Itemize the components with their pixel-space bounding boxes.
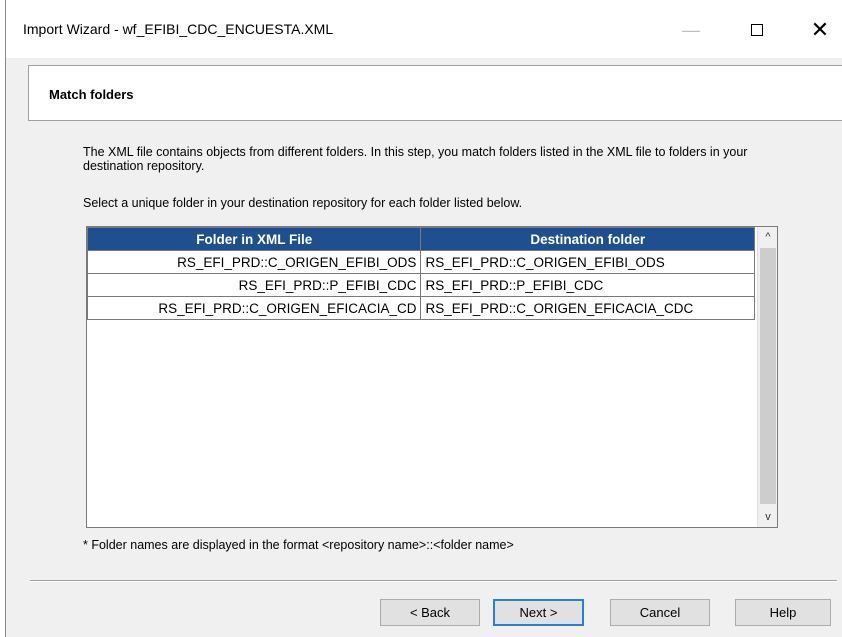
maximize-icon[interactable] [734, 8, 780, 52]
cancel-button[interactable]: Cancel [610, 599, 710, 626]
next-button[interactable]: Next > [493, 599, 584, 626]
source-folder-cell: RS_EFI_PRD::C_ORIGEN_EFIBI_ODS [86, 250, 422, 274]
column-header-source[interactable]: Folder in XML File [86, 227, 422, 251]
table-row: RS_EFI_PRD::P_EFIBI_CDC RS_EFI_PRD::P_EF… [86, 273, 755, 297]
destination-folder-cell[interactable]: RS_EFI_PRD::C_ORIGEN_EFIBI_ODS [420, 250, 755, 274]
step-header: Match folders [28, 65, 842, 121]
destination-folder-cell[interactable]: RS_EFI_PRD::P_EFIBI_CDC [420, 273, 755, 297]
table-row: RS_EFI_PRD::C_ORIGEN_EFIBI_ODS RS_EFI_PR… [86, 250, 755, 274]
destination-folder-cell[interactable]: RS_EFI_PRD::C_ORIGEN_EFICACIA_CDC [420, 296, 755, 320]
back-button[interactable]: < Back [380, 599, 480, 626]
title-bar: Import Wizard - wf_EFIBI_CDC_ENCUESTA.XM… [6, 0, 842, 58]
footer-divider [30, 580, 837, 582]
folder-format-note: * Folder names are displayed in the form… [83, 538, 514, 552]
scroll-up-icon[interactable]: ^ [758, 227, 778, 247]
vertical-scrollbar[interactable]: ^ v [757, 227, 777, 527]
table-header-row: Folder in XML File Destination folder [86, 227, 755, 251]
minimize-icon[interactable]: — [668, 8, 714, 52]
folder-mapping-grid: Folder in XML File Destination folder RS… [86, 226, 778, 528]
column-header-destination[interactable]: Destination folder [420, 227, 755, 251]
scrollbar-thumb[interactable] [760, 248, 776, 504]
step-instruction: Select a unique folder in your destinati… [83, 196, 523, 210]
help-button[interactable]: Help [735, 599, 831, 626]
scroll-down-icon[interactable]: v [758, 507, 778, 527]
table-row: RS_EFI_PRD::C_ORIGEN_EFICACIA_CD RS_EFI_… [86, 296, 755, 320]
step-title: Match folders [49, 87, 134, 102]
step-description: The XML file contains objects from diffe… [83, 145, 748, 173]
window-title: Import Wizard - wf_EFIBI_CDC_ENCUESTA.XM… [23, 21, 334, 37]
close-icon[interactable]: ✕ [797, 8, 842, 52]
source-folder-cell: RS_EFI_PRD::P_EFIBI_CDC [86, 273, 422, 297]
folder-mapping-table: Folder in XML File Destination folder RS… [86, 227, 755, 320]
source-folder-cell: RS_EFI_PRD::C_ORIGEN_EFICACIA_CD [86, 296, 422, 320]
